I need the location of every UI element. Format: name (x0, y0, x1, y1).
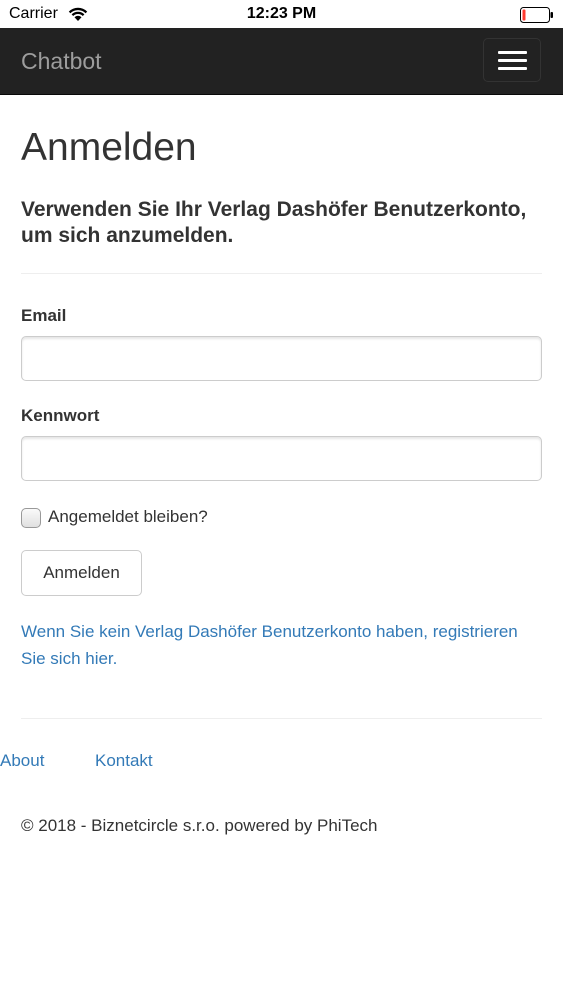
remember-me-checkbox[interactable] (21, 508, 41, 528)
password-label: Kennwort (21, 406, 100, 425)
brand-link[interactable]: Chatbot (21, 48, 102, 75)
navbar: Chatbot (0, 28, 563, 95)
divider (21, 273, 542, 274)
register-link[interactable]: Wenn Sie kein Verlag Dashöfer Benutzerko… (21, 618, 542, 672)
remember-me-label[interactable]: Angemeldet bleiben? (48, 507, 208, 527)
page-subtitle: Verwenden Sie Ihr Verlag Dashöfer Benutz… (21, 198, 527, 247)
status-bar: Carrier 12:23 PM (0, 0, 563, 28)
login-button[interactable]: Anmelden (21, 550, 142, 596)
copyright-text: © 2018 - Biznetcircle s.r.o. powered by … (21, 816, 378, 835)
page-title: Anmelden (21, 126, 197, 169)
password-field[interactable] (21, 436, 542, 481)
footer-link-about[interactable]: About (0, 751, 44, 771)
menu-toggle-button[interactable] (483, 38, 541, 82)
email-field[interactable] (21, 336, 542, 381)
clock: 12:23 PM (246, 5, 317, 22)
email-label: Email (21, 306, 67, 325)
battery-icon (520, 7, 553, 23)
divider (21, 718, 542, 719)
footer-link-kontakt[interactable]: Kontakt (95, 751, 153, 771)
